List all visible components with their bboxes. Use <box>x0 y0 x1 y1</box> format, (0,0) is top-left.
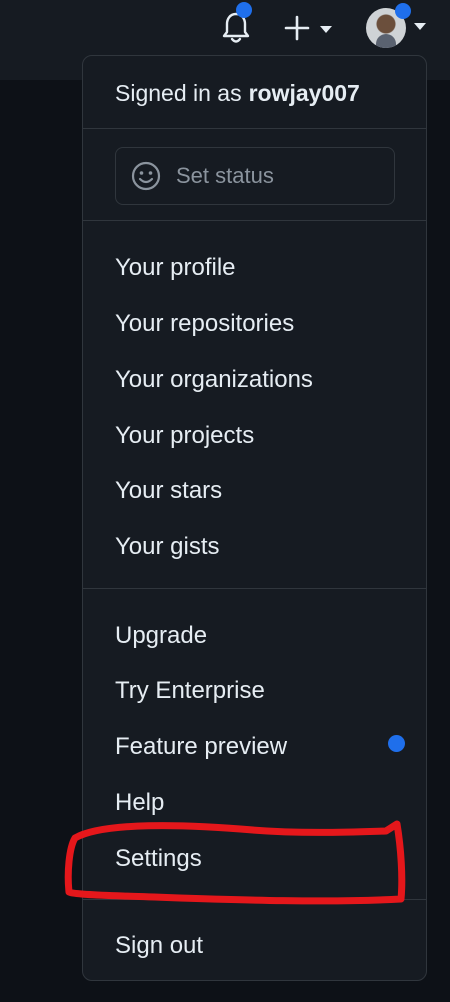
menu-item-settings[interactable]: Settings <box>115 845 202 873</box>
chevron-down-icon <box>320 26 332 33</box>
menu-item-your-gists[interactable]: Your gists <box>115 533 220 561</box>
notifications-button[interactable] <box>214 2 258 48</box>
menu-item-help[interactable]: Help <box>115 789 164 817</box>
notification-indicator-dot <box>236 2 252 18</box>
divider <box>83 220 426 221</box>
avatar-indicator-dot <box>395 3 411 19</box>
menu-item-your-repositories[interactable]: Your repositories <box>115 310 294 338</box>
smiley-icon <box>131 161 161 191</box>
menu-item-your-organizations[interactable]: Your organizations <box>115 366 313 394</box>
menu-item-sign-out[interactable]: Sign out <box>115 932 203 960</box>
feature-preview-indicator-dot <box>388 735 405 752</box>
menu-item-upgrade[interactable]: Upgrade <box>115 622 207 650</box>
divider <box>83 588 426 589</box>
profile-dropdown-menu: Signed in as rowjay007 Set status Your p… <box>82 55 427 981</box>
create-new-button[interactable] <box>280 8 340 48</box>
username: rowjay007 <box>248 79 360 106</box>
menu-item-try-enterprise[interactable]: Try Enterprise <box>115 677 265 705</box>
set-status-button[interactable]: Set status <box>115 147 395 205</box>
set-status-label: Set status <box>176 163 274 188</box>
chevron-down-icon <box>414 23 426 30</box>
divider <box>83 899 426 900</box>
profile-menu-button[interactable] <box>362 3 432 50</box>
menu-item-your-stars[interactable]: Your stars <box>115 477 222 505</box>
divider <box>83 128 426 129</box>
signed-in-label: Signed in as <box>115 79 242 106</box>
menu-item-your-projects[interactable]: Your projects <box>115 422 254 450</box>
plus-icon <box>284 15 310 41</box>
menu-item-your-profile[interactable]: Your profile <box>115 254 236 282</box>
signed-in-header: Signed in as rowjay007 <box>83 56 426 130</box>
menu-item-feature-preview[interactable]: Feature preview <box>115 733 287 761</box>
